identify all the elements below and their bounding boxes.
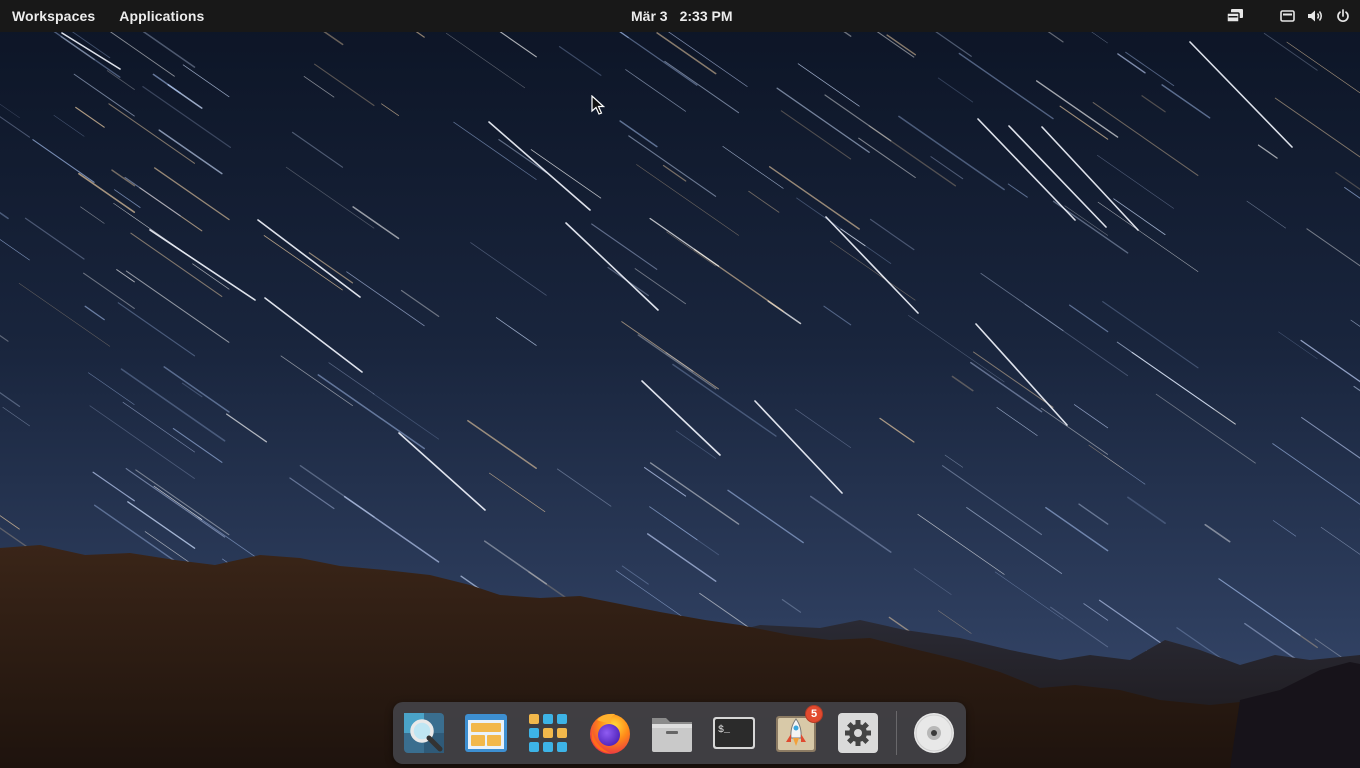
dock-item-disc[interactable]	[911, 710, 957, 756]
terminal-prompt: $_	[718, 724, 731, 736]
dock-separator	[896, 711, 897, 755]
time-label: 2:33 PM	[679, 8, 733, 24]
dock-item-appcenter[interactable]: 5	[773, 705, 823, 756]
keyboard-icon[interactable]	[1280, 6, 1295, 26]
date-time-indicator[interactable]: Mär 3 2:33 PM	[631, 0, 733, 32]
gear-icon	[838, 713, 878, 753]
dock-item-settings[interactable]	[835, 710, 881, 756]
grid-icon	[529, 714, 567, 752]
dock-item-app-grid[interactable]	[525, 710, 571, 756]
mouse-pointer-icon	[591, 95, 605, 115]
top-panel: Workspaces Applications Mär 3 2:33 PM	[0, 0, 1360, 32]
firefox-icon	[590, 713, 630, 754]
date-label: Mär 3	[631, 8, 668, 24]
dock-item-files[interactable]	[649, 710, 695, 756]
multitasking-view-icon[interactable]	[1226, 6, 1244, 26]
disc-icon	[914, 713, 954, 753]
dock-item-multitasking[interactable]	[463, 710, 509, 756]
dock: $_ 5	[393, 702, 966, 764]
dock-item-search[interactable]	[401, 710, 447, 756]
updates-badge: 5	[805, 705, 823, 723]
applications-button[interactable]: Applications	[119, 8, 204, 24]
power-icon[interactable]	[1336, 6, 1350, 26]
desktop-wallpaper	[0, 0, 1360, 768]
volume-icon[interactable]	[1307, 6, 1324, 26]
folder-icon	[652, 718, 692, 752]
windows-icon	[465, 714, 507, 752]
terminal-icon: $_	[713, 717, 755, 749]
dock-item-terminal[interactable]: $_	[711, 710, 757, 756]
workspaces-button[interactable]: Workspaces	[12, 8, 95, 24]
dock-item-firefox[interactable]	[587, 710, 633, 756]
magnifier-icon	[404, 713, 444, 753]
